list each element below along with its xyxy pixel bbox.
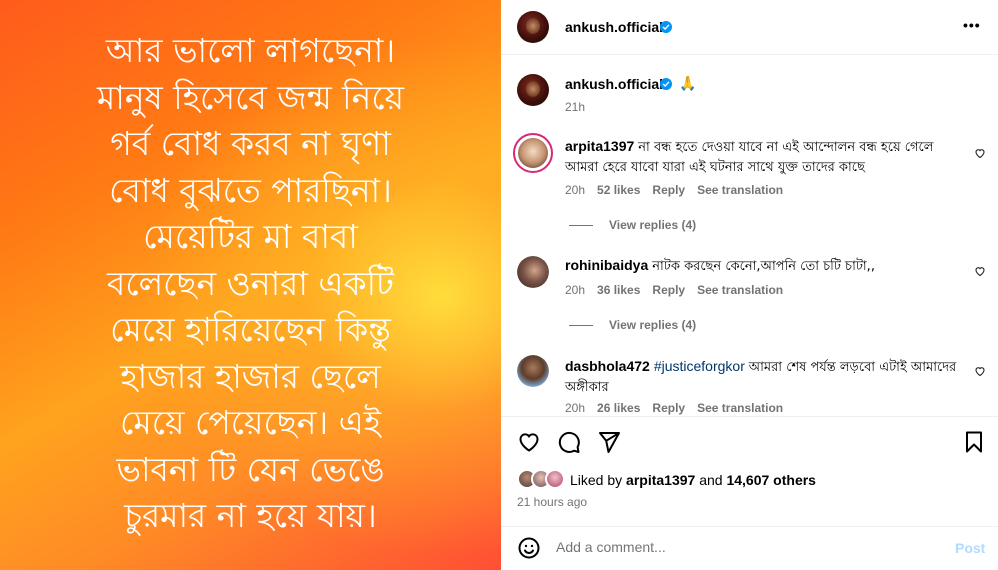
comment-text: rohinibaidya নাটক করছেন কেনো,আপনি তো চটি …	[565, 256, 955, 276]
like-heart-icon[interactable]	[517, 430, 541, 454]
image-line: মেয়ে হারিয়েছেন কিন্তু	[110, 310, 391, 349]
comment-meta: 20h 52 likes Reply See translation	[565, 182, 795, 198]
image-line: হাজার হাজার ছেলে	[120, 356, 381, 396]
image-line: বলেছেন ওনারা একটি	[106, 263, 395, 303]
author-username[interactable]: ankush.official	[565, 18, 663, 36]
comment-meta: 20h 36 likes Reply See translation	[565, 282, 795, 298]
comment-bubble-icon[interactable]	[557, 430, 581, 454]
comment-username[interactable]: arpita1397	[565, 138, 634, 154]
verified-badge-icon	[660, 78, 672, 90]
image-line: আর ভালো লাগছেনা।	[105, 31, 396, 70]
reply-button[interactable]: Reply	[652, 183, 685, 197]
comment-username[interactable]: dasbhola472	[565, 358, 650, 374]
commenter-avatar[interactable]	[513, 133, 553, 173]
comment-likes[interactable]: 52 likes	[597, 183, 640, 197]
view-replies-button[interactable]: View replies (4)	[569, 217, 696, 233]
image-line: বোধ বুঝতে পারছিনা।	[109, 170, 392, 210]
like-comment-heart-icon[interactable]	[974, 147, 986, 159]
post-comment-button[interactable]: Post	[955, 540, 985, 556]
comment-time[interactable]: 20h	[565, 283, 585, 297]
comment-text: arpita1397 না বন্ধ হতে দেওয়া যাবে না এই …	[565, 137, 955, 177]
view-replies-label: View replies (4)	[609, 318, 697, 332]
liked-by-summary: Liked by arpita1397 and 14,607 others	[570, 471, 816, 489]
image-line: গর্ব বোধ করব না ঘৃণা	[110, 124, 391, 163]
see-translation-button[interactable]: See translation	[697, 401, 783, 415]
liked-by-middle: and	[699, 472, 723, 488]
see-translation-button[interactable]: See translation	[697, 283, 783, 297]
liked-by-prefix: Liked by	[570, 472, 623, 488]
verified-badge-icon	[660, 21, 672, 33]
liker-avatar[interactable]	[545, 469, 565, 489]
comment-time[interactable]: 20h	[565, 183, 585, 197]
liked-by-count[interactable]: 14,607 others	[726, 472, 816, 488]
share-plane-icon[interactable]	[597, 430, 621, 454]
comment-body: নাটক করছেন কেনো,আপনি তো চটি চাটা,,	[652, 259, 875, 274]
add-comment-divider	[501, 526, 998, 527]
image-line: ভাবনা টি যেন ভেঙে	[116, 449, 385, 489]
post-side-panel: ankush.official ••• ankush.official 🙏 21…	[501, 0, 998, 570]
comment-text: dasbhola472 #justiceforgkor আমরা শেষ পর্য…	[565, 357, 961, 397]
caption-avatar[interactable]	[517, 74, 549, 106]
comment-time[interactable]: 20h	[565, 401, 585, 415]
image-line: মেয়ে পেয়েছেন। এই	[120, 403, 381, 442]
image-line: মেয়েটির মা বাবা	[143, 217, 358, 256]
post-time[interactable]: 21 hours ago	[517, 494, 587, 510]
more-options-icon[interactable]: •••	[963, 16, 981, 34]
comment-username[interactable]: rohinibaidya	[565, 257, 648, 273]
folded-hands-emoji: 🙏	[679, 76, 697, 92]
view-replies-label: View replies (4)	[609, 218, 697, 232]
save-bookmark-icon[interactable]	[962, 430, 986, 454]
commenter-avatar[interactable]	[517, 355, 549, 387]
image-line: চুরমার না হয়ে যায়।	[124, 496, 377, 535]
author-avatar[interactable]	[517, 11, 549, 43]
emoji-smiley-icon[interactable]	[517, 536, 541, 560]
like-comment-heart-icon[interactable]	[974, 265, 986, 277]
commenter-avatar[interactable]	[517, 256, 549, 288]
comment-hashtag[interactable]: #justiceforgkor	[654, 358, 745, 374]
caption-time[interactable]: 21h	[565, 99, 585, 115]
header-divider	[501, 54, 998, 55]
actions-divider	[501, 416, 998, 417]
caption-username[interactable]: ankush.official	[565, 75, 663, 93]
liked-by-user[interactable]: arpita1397	[626, 472, 695, 488]
post-image[interactable]: আর ভালো লাগছেনা। মানুষ হিসেবে জন্ম নিয়ে…	[0, 0, 501, 570]
add-comment-input[interactable]	[556, 539, 936, 555]
comment-likes[interactable]: 26 likes	[597, 401, 640, 415]
view-replies-button[interactable]: View replies (4)	[569, 317, 696, 333]
image-line: মানুষ হিসেবে জন্ম নিয়ে	[96, 77, 405, 117]
comment-likes[interactable]: 36 likes	[597, 283, 640, 297]
post-image-text: আর ভালো লাগছেনা। মানুষ হিসেবে জন্ম নিয়ে…	[0, 28, 501, 540]
reply-button[interactable]: Reply	[652, 401, 685, 415]
reply-button[interactable]: Reply	[652, 283, 685, 297]
like-comment-heart-icon[interactable]	[974, 365, 986, 377]
see-translation-button[interactable]: See translation	[697, 183, 783, 197]
comment-meta: 20h 26 likes Reply See translation	[565, 400, 795, 416]
